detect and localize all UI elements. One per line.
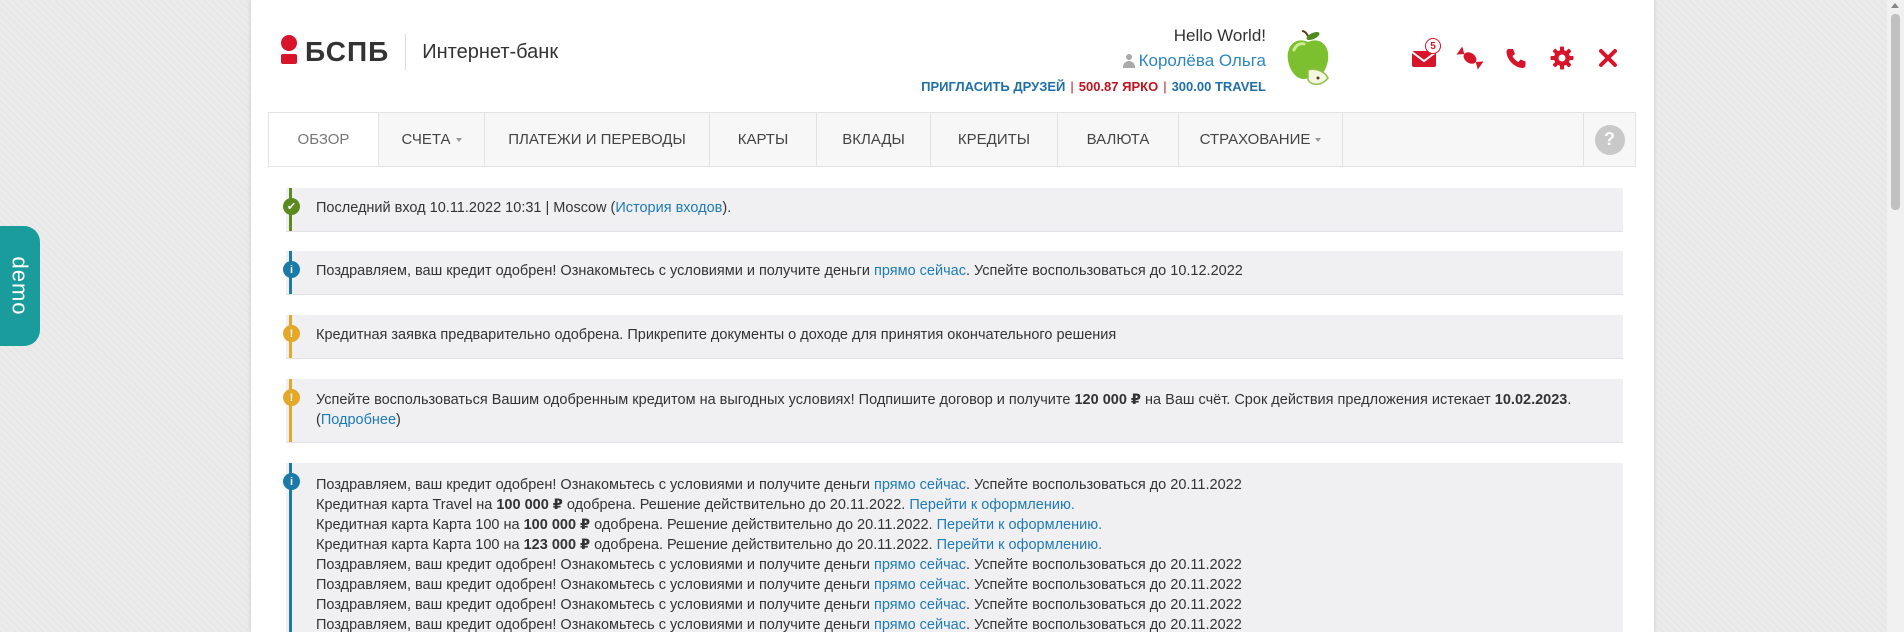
nav-deposits[interactable]: ВКЛАДЫ [817,113,931,166]
list-item: Поздравляем, ваш кредит одобрен! Ознаком… [316,557,1242,573]
chevron-down-icon [1315,137,1322,142]
list-item: Поздравляем, ваш кредит одобрен! Ознаком… [316,577,1242,593]
close-icon [1599,49,1617,67]
demo-tab-label: demo [8,256,34,316]
phone-icon [1506,49,1526,68]
list-item: Кредитная карта Карта 100 на 123 000 ₽ о… [316,537,1103,553]
green-apple-icon[interactable] [1284,30,1332,88]
messages-badge: 5 [1425,38,1441,54]
user-name-link[interactable]: Королёва Ольга [921,51,1266,71]
page-container: БСПБ Интернет-банк Hello World! Королёва… [251,0,1654,632]
list-item: Кредитная карта Карта 100 на 100 000 ₽ о… [316,517,1103,533]
user-block: Hello World! Королёва Ольга ПРИГЛАСИТЬ Д… [921,26,1266,94]
gear-icon [1550,46,1574,70]
info-icon: i [283,473,300,490]
info-icon: i [283,261,300,278]
proceed-to-application-link[interactable]: Перейти к оформлению. [937,517,1102,533]
get-money-now-link[interactable]: прямо сейчас [874,263,966,279]
scroll-thumb[interactable] [1891,14,1900,210]
bonus-links: ПРИГЛАСИТЬ ДРУЗЕЙ | 500.87 ЯРКО | 300.00 TRA… [921,79,1266,94]
list-item: Поздравляем, ваш кредит одобрен! Ознаком… [316,477,1242,493]
header-icons: 5 [1401,38,1631,72]
alert-multiple-offers: i Поздравляем, ваш кредит одобрен! Ознак… [283,463,1623,632]
logo[interactable]: БСПБ Интернет-банк [281,34,558,70]
page-scrollbar[interactable] [1887,0,1904,632]
logo-text: БСПБ [305,36,390,67]
list-item: Кредитная карта Travel на 100 000 ₽ одоб… [316,497,1075,513]
more-details-link[interactable]: Подробнее [321,412,396,428]
get-money-now-link[interactable]: прямо сейчас [874,597,966,613]
login-history-link[interactable]: История входов [615,200,722,216]
nav-payments[interactable]: ПЛАТЕЖИ И ПЕРЕВОДЫ [485,113,710,166]
help-icon: ? [1594,124,1625,155]
proceed-to-application-link[interactable]: Перейти к оформлению. [937,537,1102,553]
list-item: Поздравляем, ваш кредит одобрен! Ознаком… [316,597,1242,613]
chevron-down-icon [455,137,462,142]
alert-credit-offer: ! Успейте воспользоваться Вашим одобренн… [283,379,1623,443]
alert-preliminary-approval: ! Кредитная заявка предварительно одобре… [283,315,1623,359]
nav-insurance[interactable]: СТРАХОВАНИЕ [1179,113,1343,166]
phone-button[interactable] [1493,44,1539,72]
main-nav: ОБЗОР СЧЕТА ПЛАТЕЖИ И ПЕРЕВОДЫ КАРТЫ ВКЛ… [268,112,1636,167]
check-icon: ✔ [283,198,300,215]
user-icon [1122,54,1135,68]
warning-icon: ! [283,389,300,406]
logout-button[interactable] [1585,44,1631,72]
nav-cards[interactable]: КАРТЫ [710,113,817,166]
bonus-travel-link[interactable]: 300.00 TRAVEL [1172,79,1266,94]
proceed-to-application-link[interactable]: Перейти к оформлению. [909,497,1074,513]
nav-overview[interactable]: ОБЗОР [269,113,379,166]
bonus-yarko-link[interactable]: 500.87 ЯРКО [1079,79,1158,94]
alert-credit-approved: i Поздравляем, ваш кредит одобрен! Ознак… [283,251,1623,295]
scroll-up-icon[interactable] [1891,3,1899,8]
settings-button[interactable] [1539,44,1585,72]
demo-tab[interactable]: demo [0,226,40,346]
get-money-now-link[interactable]: прямо сейчас [874,577,966,593]
logo-divider [405,34,407,70]
nav-credits[interactable]: КРЕДИТЫ [931,113,1058,166]
greeting: Hello World! [1173,26,1266,45]
messages-button[interactable]: 5 [1401,38,1447,72]
user-name: Королёва Ольга [1138,51,1266,70]
logo-mark-icon [281,35,297,69]
alert-last-login: ✔ Последний вход 10.11.2022 10:31 | Mosc… [283,188,1623,232]
get-money-now-link[interactable]: прямо сейчас [874,617,966,632]
list-item: Поздравляем, ваш кредит одобрен! Ознаком… [316,617,1242,632]
nav-currency[interactable]: ВАЛЮТА [1058,113,1179,166]
header: БСПБ Интернет-банк Hello World! Королёва… [251,0,1654,112]
nav-accounts[interactable]: СЧЕТА [379,113,485,166]
invite-friends-link[interactable]: ПРИГЛАСИТЬ ДРУЗЕЙ [921,79,1065,94]
candy-icon [1456,46,1484,70]
logo-subtitle: Интернет-банк [422,40,559,63]
get-money-now-link[interactable]: прямо сейчас [874,477,966,493]
candy-button[interactable] [1447,44,1493,72]
help-button[interactable]: ? [1583,113,1635,166]
warning-icon: ! [283,325,300,342]
get-money-now-link[interactable]: прямо сейчас [874,557,966,573]
